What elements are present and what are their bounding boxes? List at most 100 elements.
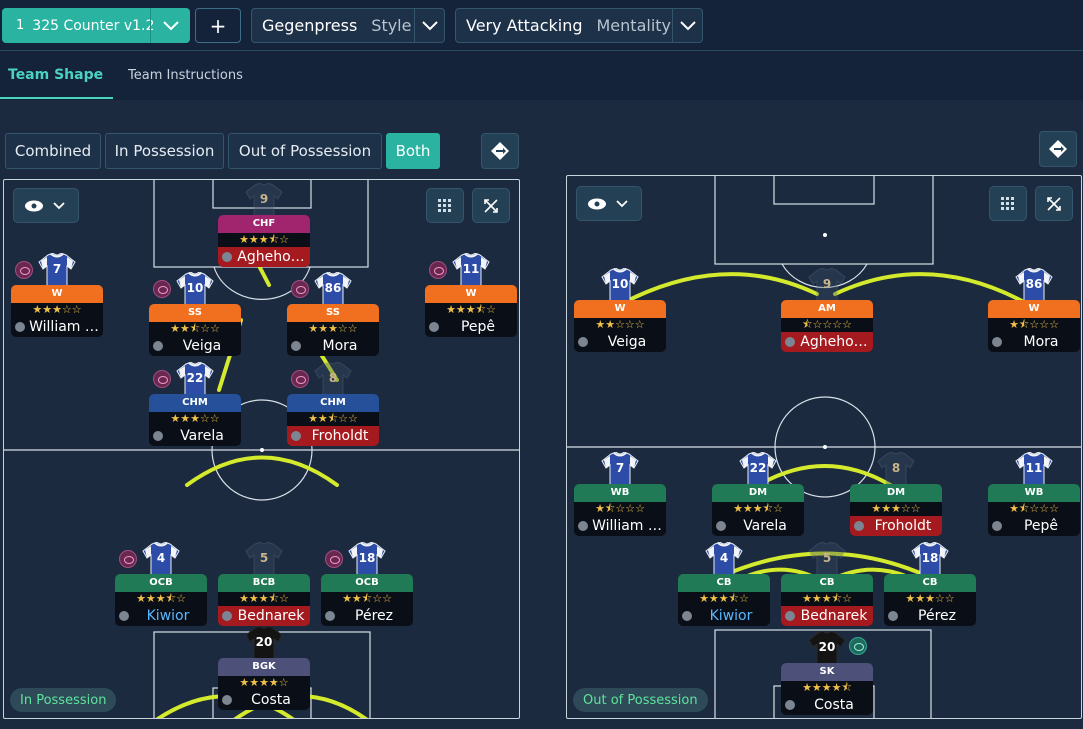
role-card[interactable]: AM ⯪☆☆☆☆ Agheho…: [781, 300, 873, 352]
role-card[interactable]: SS ★★★☆☆ Mora: [287, 304, 379, 356]
player-card[interactable]: 20 BGK ★★★★☆ Costa: [218, 625, 310, 712]
tab-team-shape[interactable]: Team Shape: [8, 67, 103, 83]
tactic-selector[interactable]: 1 325 Counter v1.2: [2, 8, 190, 43]
instruction-badge-icon[interactable]: [153, 370, 171, 388]
player-name-row[interactable]: Mora: [988, 332, 1080, 352]
instruction-badge-icon[interactable]: [291, 280, 309, 298]
player-name-row[interactable]: Kiwior: [115, 606, 207, 626]
role-card[interactable]: W ★★☆☆☆ Veiga: [574, 300, 666, 352]
player-name-row[interactable]: Mora: [287, 336, 379, 356]
view-out-of-possession-button[interactable]: Out of Possession: [228, 133, 382, 169]
player-name-row[interactable]: Veiga: [574, 332, 666, 352]
role-card[interactable]: BCB ★★★⯪☆ Bednarek: [218, 574, 310, 626]
player-name-row[interactable]: Costa: [781, 695, 873, 715]
view-both-button[interactable]: Both: [386, 133, 440, 169]
player-card[interactable]: 5 BCB ★★★⯪☆ Bednarek: [218, 541, 310, 628]
player-card[interactable]: 20 SK ★★★★⯪ Costa: [781, 630, 873, 717]
player-name-row[interactable]: Costa: [218, 690, 310, 710]
expand-button[interactable]: [1035, 186, 1073, 221]
player-avatar-icon: [325, 611, 335, 621]
player-name-row[interactable]: Pérez: [884, 606, 976, 626]
role-card[interactable]: CB ★★★⯪☆ Bednarek: [781, 574, 873, 626]
player-name-row[interactable]: Varela: [149, 426, 241, 446]
chevron-down-icon[interactable]: [672, 9, 702, 42]
player-name-row[interactable]: Agheho…: [781, 332, 873, 352]
grid-toggle-button[interactable]: [426, 188, 464, 223]
instruction-badge-icon[interactable]: [15, 261, 33, 279]
role-card[interactable]: WB ★⯪☆☆☆ William …: [574, 484, 666, 536]
role-card[interactable]: DM ★★★☆☆ Froholdt: [850, 484, 942, 536]
player-name-row[interactable]: Agheho…: [218, 247, 310, 267]
player-card[interactable]: 10 SS ★★⯪☆☆ Veiga: [149, 271, 241, 358]
role-card[interactable]: WB ★⯪☆☆☆ Pepê: [988, 484, 1080, 536]
player-card[interactable]: 18 CB ★★★☆☆ Pérez: [884, 541, 976, 628]
player-name-row[interactable]: Pepê: [425, 317, 517, 337]
swap-sides-button[interactable]: [481, 133, 519, 169]
role-card[interactable]: SK ★★★★⯪ Costa: [781, 663, 873, 715]
expand-button[interactable]: [472, 188, 510, 223]
swap-sides-button-right[interactable]: [1039, 131, 1077, 167]
role-card[interactable]: SS ★★⯪☆☆ Veiga: [149, 304, 241, 356]
player-card[interactable]: 22 DM ★★★⯪☆ Varela: [712, 451, 804, 538]
player-card[interactable]: 11 WB ★⯪☆☆☆ Pepê: [988, 451, 1080, 538]
instruction-badge-icon[interactable]: [153, 280, 171, 298]
player-card[interactable]: 86 SS ★★★☆☆ Mora: [287, 271, 379, 358]
grid-toggle-button[interactable]: [989, 186, 1027, 221]
role-card[interactable]: W ★⯪☆☆☆ Mora: [988, 300, 1080, 352]
player-card[interactable]: 5 CB ★★★⯪☆ Bednarek: [781, 541, 873, 628]
role-card[interactable]: CHF ★★★⯪☆ Agheho…: [218, 215, 310, 267]
chevron-down-icon[interactable]: [414, 9, 444, 42]
tab-team-instructions[interactable]: Team Instructions: [128, 68, 243, 83]
player-name-row[interactable]: Bednarek: [218, 606, 310, 626]
role-card[interactable]: W ★★★⯪☆ Pepê: [425, 285, 517, 337]
role-card[interactable]: CHM ★★⯪☆☆ Froholdt: [287, 394, 379, 446]
player-name-row[interactable]: Pérez: [321, 606, 413, 626]
player-name-row[interactable]: Pepê: [988, 516, 1080, 536]
instruction-badge-icon[interactable]: [119, 550, 137, 568]
style-selector[interactable]: Gegenpress Style: [251, 8, 445, 43]
player-card[interactable]: 10 W ★★☆☆☆ Veiga: [574, 267, 666, 354]
player-card[interactable]: 9 CHF ★★★⯪☆ Agheho…: [218, 182, 310, 269]
player-card[interactable]: 4 OCB ★★★⯪☆ Kiwior: [115, 541, 207, 628]
role-card[interactable]: OCB ★★⯪☆☆ Pérez: [321, 574, 413, 626]
instruction-badge-icon[interactable]: [849, 637, 867, 655]
player-card[interactable]: 11 W ★★★⯪☆ Pepê: [425, 252, 517, 339]
player-card[interactable]: 22 CHM ★★★☆☆ Varela: [149, 361, 241, 448]
player-card[interactable]: 4 CB ★★★⯪☆ Kiwior: [678, 541, 770, 628]
role-card[interactable]: BGK ★★★★☆ Costa: [218, 658, 310, 710]
visibility-toggle[interactable]: [576, 186, 642, 221]
add-tactic-button[interactable]: +: [195, 8, 241, 43]
player-name-row[interactable]: Kiwior: [678, 606, 770, 626]
player-name-row[interactable]: William …: [11, 317, 103, 337]
role-card[interactable]: DM ★★★⯪☆ Varela: [712, 484, 804, 536]
instruction-badge-icon[interactable]: [429, 261, 447, 279]
role-label: BGK: [218, 658, 310, 676]
player-card[interactable]: 8 CHM ★★⯪☆☆ Froholdt: [287, 361, 379, 448]
player-name: Froholdt: [311, 428, 369, 444]
visibility-toggle[interactable]: [13, 188, 79, 223]
player-name-row[interactable]: Froholdt: [850, 516, 942, 536]
chevron-down-icon[interactable]: [150, 8, 190, 43]
player-card[interactable]: 9 AM ⯪☆☆☆☆ Agheho…: [781, 267, 873, 354]
player-card[interactable]: 18 OCB ★★⯪☆☆ Pérez: [321, 541, 413, 628]
mentality-selector[interactable]: Very Attacking Mentality: [455, 8, 703, 43]
player-name-row[interactable]: Froholdt: [287, 426, 379, 446]
player-card[interactable]: 8 DM ★★★☆☆ Froholdt: [850, 451, 942, 538]
role-card[interactable]: W ★★★☆☆ William …: [11, 285, 103, 337]
role-card[interactable]: CB ★★★☆☆ Pérez: [884, 574, 976, 626]
player-card[interactable]: 86 W ★⯪☆☆☆ Mora: [988, 267, 1080, 354]
player-name: Kiwior: [146, 608, 190, 624]
player-name-row[interactable]: Bednarek: [781, 606, 873, 626]
instruction-badge-icon[interactable]: [291, 370, 309, 388]
role-card[interactable]: CB ★★★⯪☆ Kiwior: [678, 574, 770, 626]
view-in-possession-button[interactable]: In Possession: [105, 133, 224, 169]
player-name-row[interactable]: Varela: [712, 516, 804, 536]
instruction-badge-icon[interactable]: [325, 550, 343, 568]
view-combined-button[interactable]: Combined: [5, 133, 101, 169]
player-name-row[interactable]: William …: [574, 516, 666, 536]
player-card[interactable]: 7 WB ★⯪☆☆☆ William …: [574, 451, 666, 538]
player-name-row[interactable]: Veiga: [149, 336, 241, 356]
player-card[interactable]: 7 W ★★★☆☆ William …: [11, 252, 103, 339]
role-card[interactable]: OCB ★★★⯪☆ Kiwior: [115, 574, 207, 626]
role-card[interactable]: CHM ★★★☆☆ Varela: [149, 394, 241, 446]
